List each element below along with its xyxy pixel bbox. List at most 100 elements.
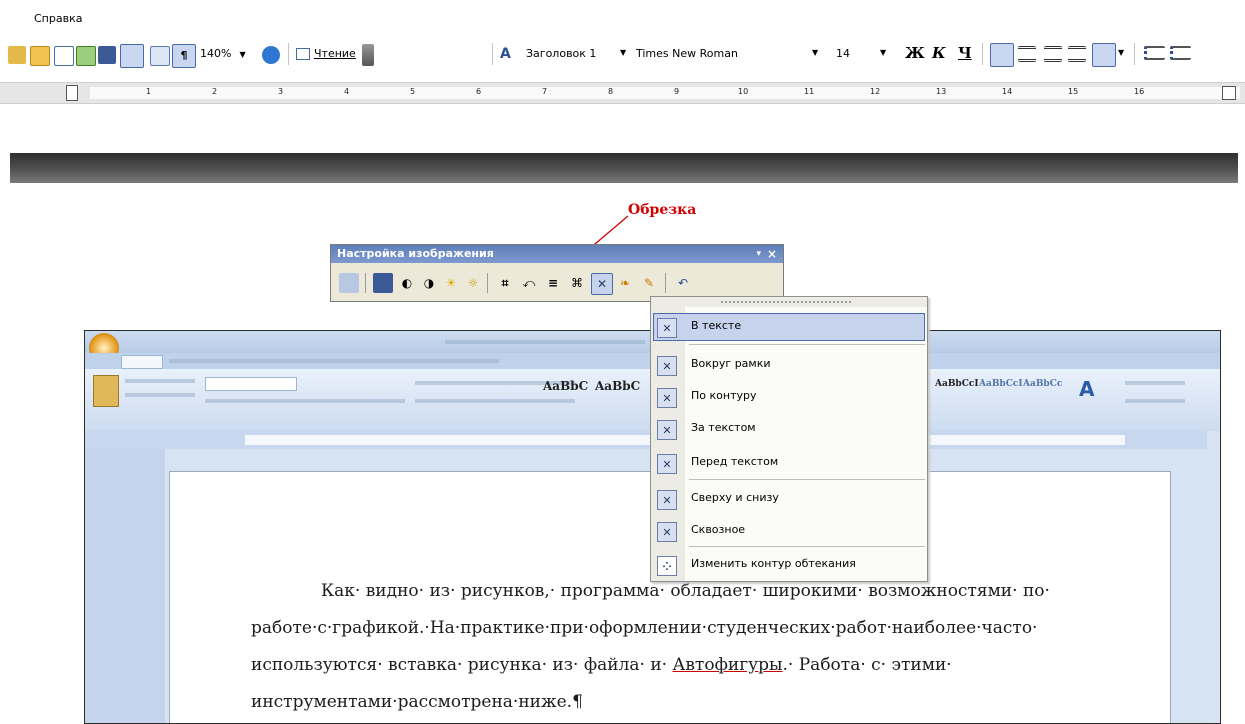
menu-divider: [689, 479, 925, 480]
menu-item-label: В тексте: [691, 319, 742, 332]
edit-wrap-points-item[interactable]: ⁘ Изменить контур обтекания: [651, 549, 927, 579]
rotate-left-icon[interactable]: ⤺: [519, 273, 539, 293]
align-left-icon[interactable]: [990, 43, 1014, 67]
w07-title-text: [445, 340, 645, 344]
right-indent-marker-icon[interactable]: [1222, 86, 1236, 100]
wrap-in-front-item[interactable]: ✕ Перед текстом: [651, 447, 927, 477]
justify-icon[interactable]: [1068, 46, 1086, 62]
menu-item-label: Сверху и снизу: [691, 491, 779, 504]
show-formatting-icon[interactable]: ¶: [172, 44, 196, 68]
w07-clipboard-group: [125, 393, 195, 397]
menu-item-label: За текстом: [691, 421, 756, 434]
more-contrast-icon[interactable]: ◐: [397, 273, 417, 293]
table-icon[interactable]: [54, 46, 74, 66]
color-icon[interactable]: [373, 273, 393, 293]
italic-button[interactable]: К: [932, 44, 946, 62]
insert-picture-icon[interactable]: [339, 273, 359, 293]
w07-style-sample[interactable]: AaBbCcI: [979, 379, 1023, 389]
horizontal-ruler[interactable]: 1 2 3 4 5 6 7 8 9 10 11 12 13 14 15 16: [0, 82, 1245, 104]
wrap-through-item[interactable]: ✕ Сквозное: [651, 515, 927, 545]
text-wrapping-menu: ✕ В тексте ✕ Вокруг рамки ✕ По контуру ✕…: [650, 296, 928, 582]
w07-style-sample[interactable]: AaBbCc: [1023, 379, 1062, 389]
w07-style-sample[interactable]: AaBbC: [543, 379, 588, 393]
more-brightness-icon[interactable]: ☀: [441, 273, 461, 293]
menu-divider: [689, 546, 925, 547]
ruler-mark: 16: [1134, 87, 1145, 96]
zoom-value: 140%: [200, 47, 232, 60]
compress-pictures-icon[interactable]: ⌘: [567, 273, 587, 293]
font-dropdown-icon[interactable]: ▼: [812, 48, 818, 57]
underline-button[interactable]: Ч: [958, 44, 972, 62]
w07-style-sample[interactable]: AaBbC: [595, 379, 640, 393]
w07-scrollbar[interactable]: [1207, 431, 1220, 723]
toolbar-separator: [288, 43, 289, 65]
text-wrapping-icon[interactable]: ✕: [591, 273, 613, 295]
insert-excel-icon[interactable]: [76, 46, 96, 66]
menu-item-label: Вокруг рамки: [691, 357, 771, 370]
reading-mode-button[interactable]: Чтение: [296, 44, 356, 64]
w07-tab-home[interactable]: [121, 355, 163, 369]
w07-tab-labels: [169, 359, 499, 363]
zoom-combo[interactable]: 140% ▼: [200, 44, 246, 64]
w07-font-group: [205, 399, 405, 403]
set-transparent-color-icon[interactable]: ✎: [639, 273, 659, 293]
ruler-mark: 13: [936, 87, 947, 96]
wrap-tight-item[interactable]: ✕ По контуру: [651, 381, 927, 411]
ruler-mark: 14: [1002, 87, 1013, 96]
wrap-inline-item[interactable]: ✕ В тексте: [651, 311, 927, 341]
close-icon[interactable]: ×: [767, 245, 777, 263]
wrap-behind-text-item[interactable]: ✕ За текстом: [651, 413, 927, 443]
align-right-icon[interactable]: [1044, 46, 1062, 62]
menu-item-label: Сквозное: [691, 523, 746, 536]
font-size-dropdown-icon[interactable]: ▼: [880, 48, 886, 57]
format-picture-icon[interactable]: ❧: [615, 273, 635, 293]
bullets-icon[interactable]: [1170, 46, 1191, 60]
menu-item-label: Перед текстом: [691, 455, 779, 468]
wrap-top-bottom-item[interactable]: ✕ Сверху и снизу: [651, 483, 927, 513]
menu-divider: [689, 344, 925, 345]
menu-help[interactable]: Справка: [34, 12, 82, 25]
help-icon[interactable]: [262, 46, 280, 64]
line-spacing-icon[interactable]: [1092, 43, 1116, 67]
ruler-mark: 4: [344, 87, 350, 96]
numbering-icon[interactable]: [1144, 46, 1165, 60]
toolbar-separator: [982, 43, 983, 65]
style-dropdown-icon[interactable]: ▼: [620, 48, 626, 57]
document-map-icon[interactable]: [150, 46, 170, 66]
wrap-through-icon: ✕: [657, 522, 677, 542]
paragraph-line-3-start: используются· вставка· рисунка· из· файл…: [251, 655, 673, 675]
ruler-mark: 15: [1068, 87, 1079, 96]
less-contrast-icon[interactable]: ◑: [419, 273, 439, 293]
columns-icon[interactable]: [98, 46, 116, 64]
paste-icon[interactable]: [93, 375, 119, 407]
less-brightness-icon[interactable]: ☼: [463, 273, 483, 293]
picture-toolbar-titlebar[interactable]: Настройка изображения ▾ ×: [331, 245, 783, 263]
crop-icon[interactable]: ⌗: [495, 273, 515, 293]
font-size-combo[interactable]: 14: [836, 44, 850, 64]
align-center-icon[interactable]: [1018, 46, 1036, 62]
menu-item-label: По контуру: [691, 389, 757, 402]
reset-picture-icon[interactable]: ↶: [673, 273, 693, 293]
line-style-icon[interactable]: ≡: [543, 273, 563, 293]
toolbar-grip-icon: [362, 44, 374, 66]
bold-button[interactable]: Ж: [905, 44, 925, 62]
change-styles-icon[interactable]: A: [1079, 377, 1094, 401]
drawing-icon[interactable]: [120, 44, 144, 68]
print-preview-icon[interactable]: [8, 46, 26, 64]
menu-drag-handle[interactable]: [651, 297, 927, 307]
w07-style-sample[interactable]: AaBbCcI: [935, 379, 979, 389]
toolbar-options-icon[interactable]: ▾: [756, 245, 761, 263]
toolbar-separator: [365, 273, 366, 293]
w07-editing-group: [1125, 381, 1185, 385]
wrap-square-item[interactable]: ✕ Вокруг рамки: [651, 349, 927, 379]
line-spacing-dropdown-icon[interactable]: ▼: [1118, 48, 1124, 57]
w07-font-combo[interactable]: [205, 377, 297, 391]
ruler-mark: 1: [146, 87, 152, 96]
research-icon[interactable]: [30, 46, 50, 66]
toolbar-separator: [492, 43, 493, 65]
font-combo[interactable]: Times New Roman: [636, 44, 738, 64]
page-separator-band: [10, 153, 1238, 183]
style-combo[interactable]: Заголовок 1: [526, 44, 596, 64]
styles-icon[interactable]: A: [500, 46, 518, 64]
indent-marker-icon[interactable]: [66, 85, 78, 101]
